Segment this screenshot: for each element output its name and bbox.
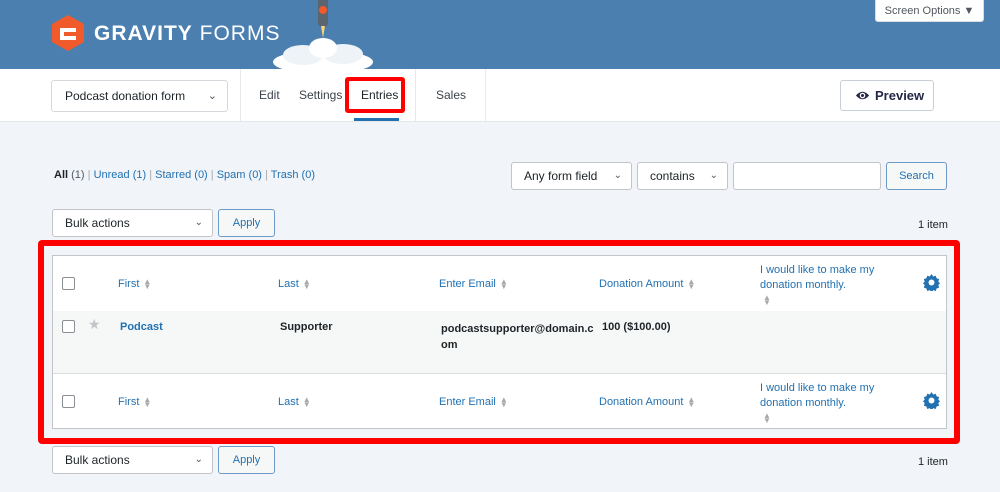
- search-button[interactable]: Search: [886, 162, 947, 190]
- chevron-down-icon: ⌄: [194, 217, 203, 228]
- top-banner: GRAVITY FORMS Screen Options ▼: [0, 0, 1000, 69]
- filter-starred[interactable]: Starred (0): [155, 169, 208, 181]
- rocket-illustration-icon: [273, 0, 373, 69]
- apply-button-top[interactable]: Apply: [218, 209, 275, 237]
- bulk-actions-label: Bulk actions: [65, 216, 130, 230]
- gravity-forms-logo-icon: [52, 15, 84, 51]
- nav-settings[interactable]: Settings: [299, 69, 342, 121]
- bulk-actions-select-bottom[interactable]: Bulk actions ⌄: [52, 446, 213, 474]
- eye-icon: [855, 91, 870, 100]
- chevron-down-icon: ⌄: [613, 170, 622, 181]
- divider: [415, 69, 416, 121]
- chevron-down-icon: ⌄: [207, 90, 217, 102]
- item-count-top: 1 item: [918, 219, 948, 231]
- operator-select[interactable]: contains ⌄: [637, 162, 728, 190]
- filter-trash[interactable]: Trash (0): [271, 169, 315, 181]
- filter-unread[interactable]: Unread (1): [94, 169, 147, 181]
- form-switcher-label: Podcast donation form: [65, 89, 186, 103]
- filter-spam[interactable]: Spam (0): [217, 169, 262, 181]
- screen-options-button[interactable]: Screen Options ▼: [875, 0, 984, 22]
- form-switcher-select[interactable]: Podcast donation form ⌄: [51, 80, 228, 112]
- divider: [485, 69, 486, 121]
- bulk-actions-label: Bulk actions: [65, 453, 130, 467]
- field-filter-label: Any form field: [524, 169, 598, 183]
- item-count-bottom: 1 item: [918, 456, 948, 468]
- divider: [240, 69, 241, 121]
- entry-filter-links: All (1) | Unread (1) | Starred (0) | Spa…: [54, 169, 315, 181]
- entries-highlight-box: [345, 77, 405, 113]
- apply-button-bottom[interactable]: Apply: [218, 446, 275, 474]
- operator-label: contains: [650, 169, 695, 183]
- nav-sales[interactable]: Sales: [436, 69, 466, 121]
- nav-edit[interactable]: Edit: [259, 69, 280, 121]
- search-input[interactable]: [733, 162, 881, 190]
- active-tab-underline: [354, 118, 399, 121]
- bulk-actions-select-top[interactable]: Bulk actions ⌄: [52, 209, 213, 237]
- field-filter-select[interactable]: Any form field ⌄: [511, 162, 632, 190]
- chevron-down-icon: ⌄: [709, 170, 718, 181]
- table-highlight-box: [38, 240, 960, 444]
- chevron-down-icon: ⌄: [194, 454, 203, 465]
- filter-all[interactable]: All: [54, 169, 68, 181]
- brand-name: GRAVITY FORMS: [94, 22, 281, 45]
